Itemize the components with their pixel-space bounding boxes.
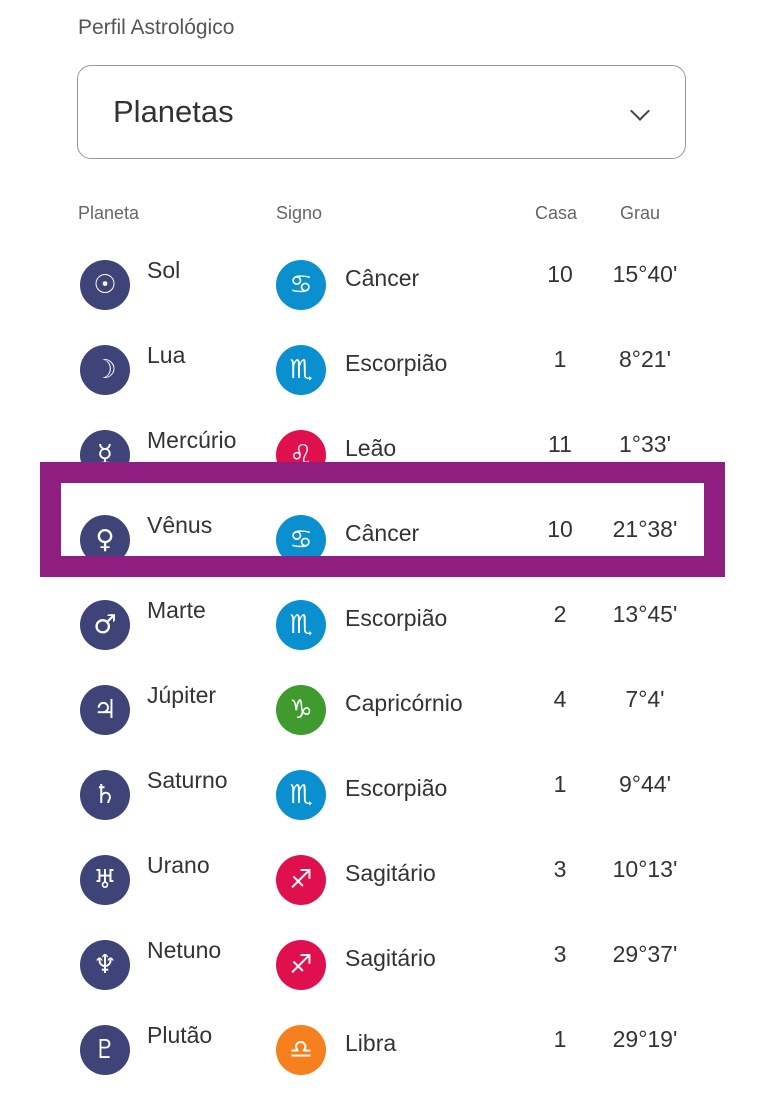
sign-name: Escorpião: [345, 605, 448, 631]
column-header-degree: Grau: [620, 203, 661, 223]
house-value: 3: [553, 941, 567, 967]
column-header-planet: Planeta: [78, 203, 140, 223]
sun-icon: ☉: [80, 260, 130, 310]
house-value: 10: [547, 516, 573, 542]
sign-name: Libra: [345, 1030, 397, 1056]
planet-name: Júpiter: [147, 682, 217, 708]
sign-name: Capricórnio: [345, 690, 463, 716]
degree-value: 15°40': [612, 261, 678, 287]
house-value: 1: [553, 346, 567, 372]
column-header-sign: Signo: [276, 203, 323, 223]
table-row: ♅ Urano ♐ Sagitário 3 10°13': [0, 845, 774, 930]
table-row: ☉ Sol ♋ Câncer 10 15°40': [0, 250, 774, 335]
degree-value: 8°21': [619, 346, 671, 372]
uranus-icon: ♅: [80, 855, 130, 905]
table-row: ☽ Lua ♏ Escorpião 1 8°21': [0, 335, 774, 420]
table-row: ♀ Vênus ♋ Câncer 10 21°38': [0, 505, 774, 590]
house-value: 3: [553, 856, 567, 882]
chevron-down-icon: [630, 101, 650, 121]
sagittarius-icon: ♐: [276, 940, 326, 990]
scorpio-icon: ♏: [276, 600, 326, 650]
libra-icon: ♎: [276, 1025, 326, 1075]
house-value: 2: [553, 601, 567, 627]
table-row: ♆ Netuno ♐ Sagitário 3 29°37': [0, 930, 774, 1015]
planet-name: Saturno: [147, 767, 228, 793]
degree-value: 13°45': [612, 601, 678, 627]
jupiter-icon: ♃: [80, 685, 130, 735]
degree-value: 10°13': [612, 856, 678, 882]
section-title: Perfil Astrológico: [78, 16, 235, 39]
pluto-icon: ♇: [80, 1025, 130, 1075]
planet-name: Mercúrio: [147, 427, 237, 453]
house-value: 1: [553, 1026, 567, 1052]
scorpio-icon: ♏: [276, 770, 326, 820]
house-value: 11: [548, 431, 572, 457]
mercury-icon: ☿: [80, 430, 130, 480]
cancer-icon: ♋: [276, 260, 326, 310]
mars-icon: ♂: [80, 600, 130, 650]
dropdown-value: Planetas: [113, 94, 234, 129]
sign-name: Escorpião: [345, 350, 448, 376]
house-value: 4: [553, 686, 567, 712]
sign-name: Sagitário: [345, 860, 436, 886]
leo-icon: ♌: [276, 430, 326, 480]
planet-name: Sol: [147, 257, 181, 283]
planet-name: Netuno: [147, 937, 222, 963]
cancer-icon: ♋: [276, 515, 326, 565]
sign-name: Sagitário: [345, 945, 436, 971]
sign-name: Leão: [345, 435, 397, 461]
planet-name: Urano: [147, 852, 210, 878]
table-row: ♂ Marte ♏ Escorpião 2 13°45': [0, 590, 774, 675]
neptune-icon: ♆: [80, 940, 130, 990]
degree-value: 1°33': [619, 431, 671, 457]
table-row: ♄ Saturno ♏ Escorpião 1 9°44': [0, 760, 774, 845]
planet-name: Marte: [147, 597, 206, 623]
degree-value: 21°38': [612, 516, 678, 542]
column-header-house: Casa: [535, 203, 578, 223]
scorpio-icon: ♏: [276, 345, 326, 395]
planet-name: Vênus: [147, 512, 213, 538]
house-value: 1: [553, 771, 567, 797]
saturn-icon: ♄: [80, 770, 130, 820]
sign-name: Câncer: [345, 520, 420, 546]
table-row: ♃ Júpiter ♑ Capricórnio 4 7°4': [0, 675, 774, 760]
degree-value: 9°44': [619, 771, 671, 797]
planet-name: Lua: [147, 342, 186, 368]
capricorn-icon: ♑: [276, 685, 326, 735]
sign-name: Câncer: [345, 265, 420, 291]
house-value: 10: [547, 261, 573, 287]
sign-name: Escorpião: [345, 775, 448, 801]
venus-icon: ♀: [80, 515, 130, 565]
category-dropdown[interactable]: Planetas: [77, 65, 686, 159]
table-row: ♇ Plutão ♎ Libra 1 29°19': [0, 1015, 774, 1100]
degree-value: 29°19': [612, 1026, 678, 1052]
degree-value: 29°37': [612, 941, 678, 967]
degree-value: 7°4': [625, 686, 665, 712]
table-row: ☿ Mercúrio ♌ Leão 11 1°33': [0, 420, 774, 505]
sagittarius-icon: ♐: [276, 855, 326, 905]
planet-name: Plutão: [147, 1022, 213, 1048]
moon-icon: ☽: [80, 345, 130, 395]
